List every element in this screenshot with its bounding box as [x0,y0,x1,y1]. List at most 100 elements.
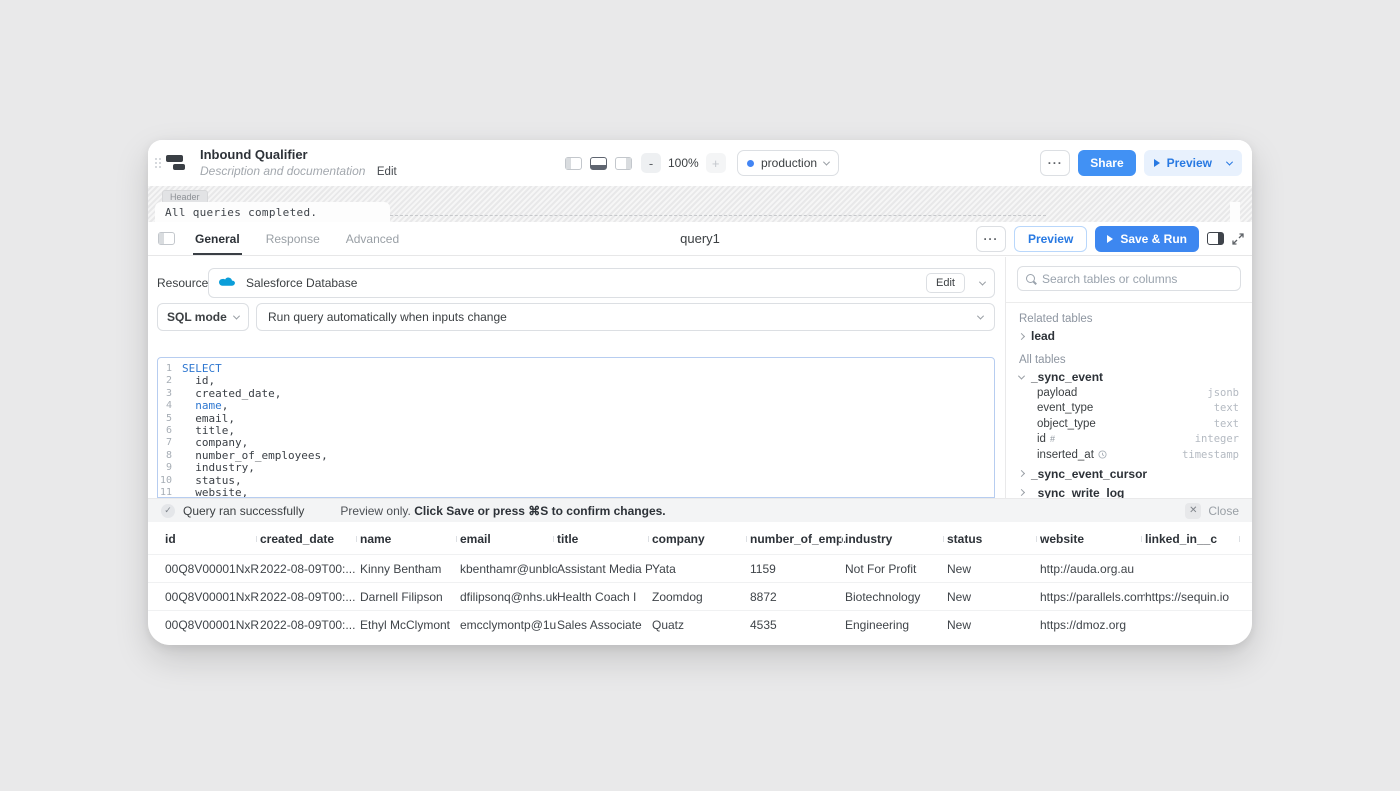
table-cell[interactable]: https://parallels.com [1040,590,1145,604]
divider [1006,302,1252,303]
table-cell[interactable]: Not For Profit [845,562,947,576]
zoom-out-button[interactable]: - [641,153,661,173]
resource-edit-button[interactable]: Edit [926,273,965,293]
schema-search-box[interactable] [1017,266,1241,291]
column-header-website[interactable]: website [1040,532,1145,546]
table-cell[interactable]: kbenthamr@unblo... [460,562,557,576]
column-header-company[interactable]: company [652,532,750,546]
canvas-status-component[interactable]: All queries completed. [155,202,390,222]
table-cell[interactable]: https://sequin.io [1145,590,1243,604]
column-header-email[interactable]: email [460,532,557,546]
column-item-id[interactable]: id # integer [1006,432,1252,448]
table-row[interactable]: 00Q8V00001NxR...2022-08-09T00:...Ethyl M… [148,610,1252,638]
table-cell[interactable]: 2022-08-09T00:... [260,618,360,632]
close-results-button[interactable]: ✕ Close [1185,503,1239,519]
column-item-object-type[interactable]: object_type text [1006,416,1252,432]
code-line[interactable]: website, [182,487,248,498]
column-header-linked_in__c[interactable]: linked_in__c [1145,532,1243,546]
table-cell[interactable]: Quatz [652,618,750,632]
table-item-sync-event-cursor[interactable]: _sync_event_cursor [1006,466,1252,482]
column-header-title[interactable]: title [557,532,652,546]
sql-code-editor[interactable]: 1SELECT 2 id, 3 created_date, 4 name, 5 … [157,357,995,498]
table-cell[interactable]: http://auda.org.au [1040,562,1145,576]
toggle-schema-panel-icon[interactable] [1207,232,1224,245]
column-header-industry[interactable]: industry [845,532,947,546]
table-cell[interactable]: 2022-08-09T00:... [260,562,360,576]
chevron-down-icon [823,158,830,165]
share-button[interactable]: Share [1078,150,1135,176]
table-cell[interactable]: Health Coach I [557,590,652,604]
table-cell[interactable]: Assistant Media Pl... [557,562,652,576]
line-number: 9 [158,462,182,474]
app-subtitle: Description and documentation [200,164,365,178]
table-cell[interactable]: Ethyl McClymont [360,618,460,632]
table-cell[interactable]: Yata [652,562,750,576]
table-item-sync-write-log[interactable]: _sync_write_log [1006,485,1252,499]
resource-select[interactable]: Salesforce Database Edit [208,268,995,298]
expand-panel-icon[interactable] [1232,233,1244,245]
table-cell[interactable]: New [947,562,1040,576]
table-cell[interactable]: 00Q8V00001NxR... [165,562,260,576]
tab-general[interactable]: General [193,222,242,255]
table-cell[interactable]: emcclymontp@1u... [460,618,557,632]
schema-search-input[interactable] [1042,272,1232,286]
app-preview-button[interactable]: Preview [1144,150,1242,176]
toggle-right-panel-icon[interactable] [615,157,632,170]
environment-select[interactable]: production [737,150,839,176]
column-header-name[interactable]: name [360,532,460,546]
line-number: 3 [158,388,182,400]
close-label: Close [1208,504,1239,518]
app-window: Inbound Qualifier Description and docume… [148,140,1252,645]
table-cell[interactable]: Biotechnology [845,590,947,604]
toggle-query-list-panel-icon[interactable] [158,232,175,245]
line-number: 4 [158,400,182,412]
toggle-left-panel-icon[interactable] [565,157,582,170]
table-name: _sync_event [1031,370,1103,384]
column-type: text [1214,418,1239,430]
query-preview-button[interactable]: Preview [1014,226,1087,252]
column-item-payload[interactable]: payload jsonb [1006,385,1252,401]
play-icon [1107,235,1113,243]
close-icon[interactable]: ✕ [1185,503,1201,519]
table-row[interactable]: 00Q8V00001NxR...2022-08-09T00:...Darnell… [148,582,1252,610]
query-mode-select[interactable]: SQL mode [157,303,249,331]
table-cell[interactable]: Engineering [845,618,947,632]
table-cell[interactable]: 00Q8V00001NxR... [165,590,260,604]
preview-note-bold: Click Save or press ⌘S to confirm change… [414,504,665,518]
tab-advanced[interactable]: Advanced [344,222,401,255]
column-item-event-type[interactable]: event_type text [1006,401,1252,417]
toggle-bottom-panel-icon[interactable] [590,157,607,170]
table-cell[interactable]: Darnell Filipson [360,590,460,604]
table-cell[interactable]: New [947,590,1040,604]
save-and-run-button[interactable]: Save & Run [1095,226,1199,252]
tab-response[interactable]: Response [264,222,322,255]
query-name[interactable]: query1 [680,231,720,246]
column-header-status[interactable]: status [947,532,1040,546]
table-cell[interactable]: Zoomdog [652,590,750,604]
edit-description-button[interactable]: Edit [377,166,397,178]
column-header-created_date[interactable]: created_date [260,532,360,546]
table-row[interactable]: 00Q8V00001NxR...2022-08-09T00:...Kinny B… [148,554,1252,582]
chevron-right-icon [1018,489,1025,496]
column-item-inserted-at[interactable]: inserted_at timestamp [1006,447,1252,463]
table-cell[interactable]: 2022-08-09T00:... [260,590,360,604]
table-cell[interactable]: New [947,618,1040,632]
header-more-button[interactable]: ··· [1040,150,1070,176]
table-cell[interactable]: 1159 [750,562,845,576]
run-behavior-select[interactable]: Run query automatically when inputs chan… [256,303,995,331]
chevron-down-icon[interactable] [1226,158,1233,165]
table-item-lead[interactable]: lead [1006,328,1252,344]
query-more-button[interactable]: ··· [976,226,1006,252]
table-cell[interactable]: 00Q8V00001NxR... [165,618,260,632]
column-header-id[interactable]: id [165,532,260,546]
zoom-in-button[interactable]: + [706,153,726,173]
drag-handle-icon[interactable] [155,158,161,168]
table-cell[interactable]: Kinny Bentham [360,562,460,576]
table-cell[interactable]: Sales Associate [557,618,652,632]
table-cell[interactable]: 8872 [750,590,845,604]
table-cell[interactable]: dfilipsonq@nhs.uk [460,590,557,604]
table-cell[interactable]: 4535 [750,618,845,632]
table-item-sync-event[interactable]: _sync_event [1006,369,1252,385]
column-header-number_of_emp[interactable]: number_of_emp... [750,532,845,546]
table-cell[interactable]: https://dmoz.org [1040,618,1145,632]
